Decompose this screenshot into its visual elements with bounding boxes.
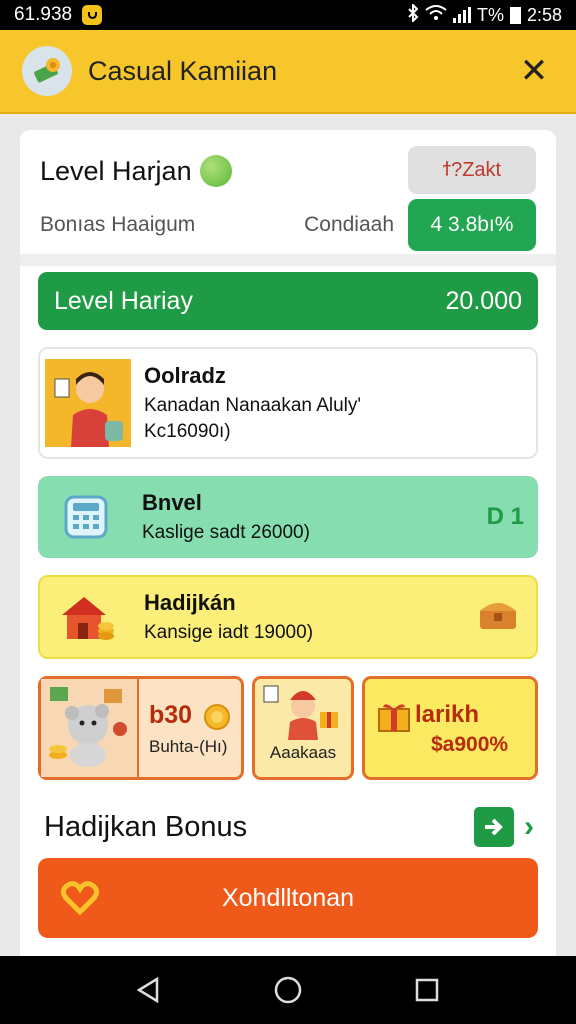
item-line: Kaslige sadt 26000): [142, 522, 310, 543]
reward-tile[interactable]: larikh $a900%: [362, 676, 538, 780]
list-item[interactable]: Oolradz Kanadan Nanaakan Aluly' Kc16090ı…: [38, 347, 538, 459]
condition-label: Condiaah: [304, 213, 394, 236]
status-clock: 2:58: [526, 4, 562, 25]
section-header: Hadijkan Bonus ›: [44, 802, 534, 852]
item-line: Kansige iadt 19000): [144, 622, 314, 643]
reward-tiles: b30 Buhta-(Hı) Aaakaas larikh $a900%: [38, 676, 538, 780]
next-button[interactable]: [474, 807, 514, 847]
battery-icon: [509, 6, 521, 24]
home-button[interactable]: [268, 970, 308, 1010]
bonus-cta-button[interactable]: Xohdlltonan: [38, 858, 538, 938]
bonus-value-button[interactable]: 4 3.8bı%: [408, 199, 536, 251]
arrow-right-icon: [485, 818, 503, 836]
header-title: Casual Kamiian: [88, 55, 278, 86]
recents-square-icon: [415, 978, 438, 1002]
tile-label: Aaakaas: [269, 743, 337, 762]
bonus-label: Bonıas Haaigum: [40, 213, 196, 236]
plush-toy-icon: [41, 679, 139, 777]
item-title: Oolradz: [144, 363, 226, 388]
character-avatar-icon: [44, 358, 132, 448]
tile-label: larikh: [415, 701, 480, 728]
item-line: Kanadan Nanaakan Aluly': [144, 395, 362, 416]
list-item[interactable]: Hadijkán Kansige iadt 19000): [38, 575, 538, 659]
calculator-icon: [42, 472, 130, 562]
item-line: Kc16090ı): [144, 421, 231, 442]
status-indicator-text: T%: [476, 4, 504, 25]
item-title: Bnvel: [142, 490, 202, 515]
heart-icon: [60, 878, 100, 918]
chevron-right-icon[interactable]: ›: [524, 810, 534, 844]
tile-value: $a900%: [431, 733, 509, 756]
tile-value: b30: [149, 701, 193, 729]
notification-icon: [82, 5, 103, 25]
close-icon: ✕: [519, 52, 549, 90]
status-time: 61.938: [14, 4, 73, 25]
system-nav-bar: [0, 956, 576, 1024]
kid-gift-icon: [255, 681, 351, 741]
section-title: Hadijkan Bonus: [44, 810, 248, 843]
reward-tile[interactable]: Aaakaas: [252, 676, 354, 780]
house-coins-icon: [44, 572, 132, 662]
divider: [20, 254, 556, 266]
level-title: Level Harjan: [40, 155, 192, 186]
tile-label: Buhta-(Hı): [149, 737, 228, 756]
level-bar-value: 20.000: [445, 286, 522, 315]
back-triangle-icon: [136, 976, 159, 1004]
back-button[interactable]: [129, 970, 169, 1010]
treasure-chest-icon: [476, 597, 522, 638]
item-title: Hadijkán: [144, 590, 236, 615]
wifi-icon: [425, 4, 447, 26]
level-bar-label: Level Hariay: [54, 286, 193, 315]
recents-button[interactable]: [407, 970, 447, 1010]
cta-label: Xohdlltonan: [221, 883, 355, 912]
status-orb-icon: [199, 155, 232, 187]
summary-row: Level Harjan ϯ?Zakt: [40, 146, 536, 196]
bonus-row: Bonıas Haaigum Condiaah 4 3.8bı%: [40, 198, 536, 252]
level-bar[interactable]: Level Hariay 20.000: [38, 272, 538, 330]
reward-tile[interactable]: b30 Buhta-(Hı): [38, 676, 244, 780]
app-logo-icon: [22, 46, 72, 96]
gold-coin-icon: [203, 703, 231, 736]
bluetooth-icon: [407, 2, 419, 27]
gift-box-icon: [377, 701, 411, 738]
top-pill-button[interactable]: ϯ?Zakt: [408, 146, 536, 194]
close-button[interactable]: ✕: [514, 51, 554, 91]
signal-icon: [452, 7, 471, 23]
list-item[interactable]: Bnvel Kaslige sadt 26000) D 1: [38, 476, 538, 558]
main-card: Level Harjan ϯ?Zakt Bonıas Haaigum Condi…: [20, 130, 556, 962]
status-bar: 61.938 T% 2:58: [0, 0, 576, 30]
item-badge: D 1: [486, 503, 524, 530]
app-header: Casual Kamiian ✕: [0, 30, 576, 114]
home-circle-icon: [274, 976, 302, 1004]
